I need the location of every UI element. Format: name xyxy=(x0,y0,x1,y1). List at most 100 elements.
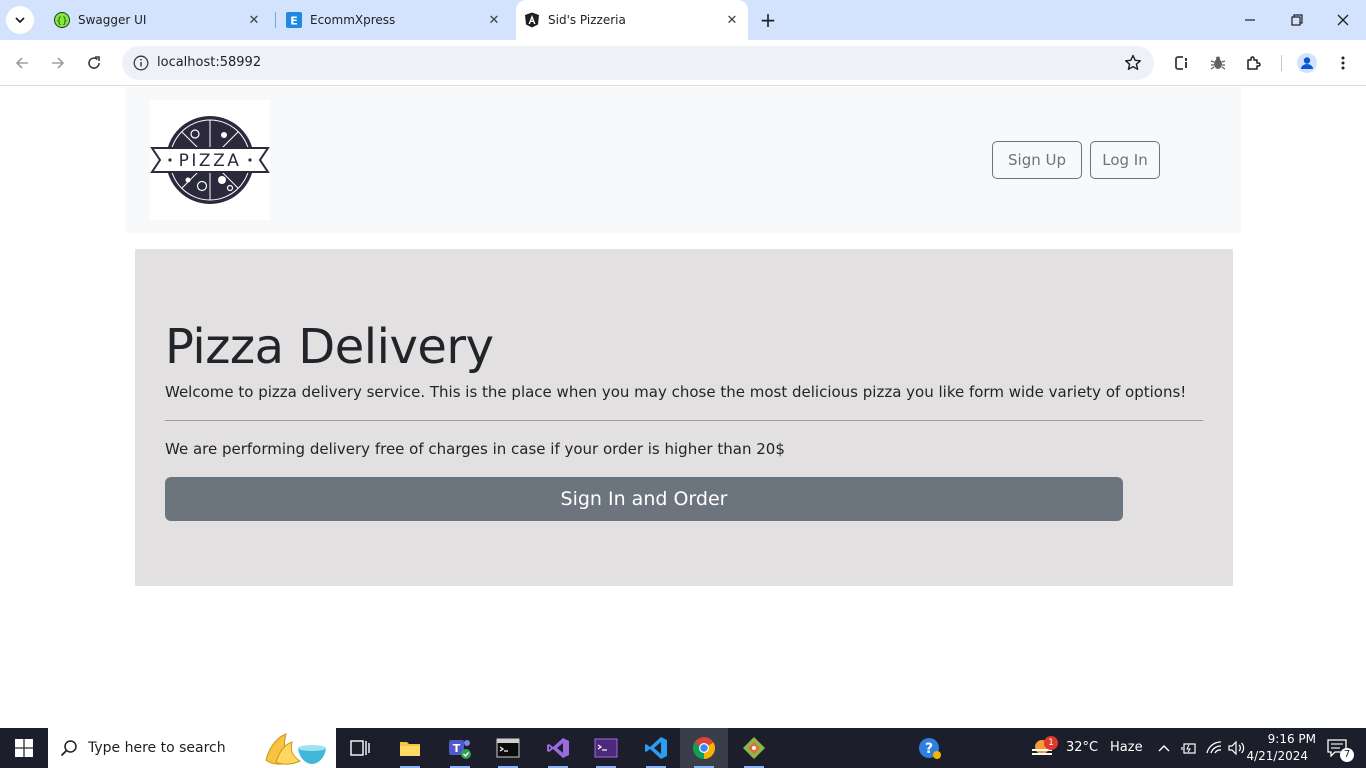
chevron-up-icon xyxy=(1158,745,1170,752)
forward-button[interactable] xyxy=(46,51,70,75)
arrow-right-icon xyxy=(52,57,65,69)
close-window-button[interactable] xyxy=(1331,8,1355,32)
extension-c-button[interactable] xyxy=(1172,53,1192,73)
windows-logo-icon xyxy=(15,739,33,757)
search-placeholder: Type here to search xyxy=(88,740,226,756)
tab-title: Swagger UI xyxy=(78,13,147,27)
show-hidden-icons-button[interactable] xyxy=(1154,728,1174,768)
notification-count-badge: 7 xyxy=(1340,748,1354,762)
new-tab-button[interactable]: + xyxy=(756,8,780,32)
pizza-logo-icon: PIZZA xyxy=(150,116,270,204)
svg-text:E: E xyxy=(290,15,298,28)
site-header: PIZZA Sign Up Log In xyxy=(125,87,1241,233)
clock-time: 9:16 PM xyxy=(1267,732,1316,746)
url-text[interactable]: localhost:58992 xyxy=(157,55,261,70)
bug-icon xyxy=(1210,56,1226,70)
search-icon xyxy=(60,740,77,757)
tab-title: Sid's Pizzeria xyxy=(548,13,626,27)
weather-condition: Haze xyxy=(1110,740,1143,755)
restore-icon xyxy=(1291,14,1303,26)
help-icon: ? xyxy=(919,738,941,759)
weather-widget[interactable]: 1 32°C Haze xyxy=(1022,728,1152,768)
extension-bug-button[interactable] xyxy=(1208,53,1228,73)
hero-lead-text: Welcome to pizza delivery service. This … xyxy=(165,383,1187,401)
sign-in-and-order-button[interactable]: Sign In and Order xyxy=(165,477,1123,521)
git-client-button[interactable] xyxy=(730,728,778,768)
minimize-icon xyxy=(1245,19,1255,21)
log-in-button[interactable]: Log In xyxy=(1090,141,1160,179)
teams-button[interactable]: T xyxy=(436,728,484,768)
folder-icon xyxy=(400,742,420,756)
puzzle-icon xyxy=(1247,56,1261,70)
terminal-button[interactable] xyxy=(484,728,532,768)
tab-search-button[interactable] xyxy=(6,6,34,34)
battery-status-button[interactable] xyxy=(1178,728,1200,768)
developer-prompt-button[interactable] xyxy=(582,728,630,768)
vscode-icon xyxy=(645,737,667,759)
extension-c-icon xyxy=(1175,56,1187,70)
sign-up-button[interactable]: Sign Up xyxy=(992,141,1082,179)
windows-taskbar: Type here to search T ? 1 32°C Haze 9:16… xyxy=(0,728,1366,768)
pizza-logo[interactable]: PIZZA xyxy=(150,100,270,220)
chevron-down-icon xyxy=(15,17,25,24)
task-view-icon xyxy=(350,740,370,756)
vscode-button[interactable] xyxy=(632,728,680,768)
reload-button[interactable] xyxy=(82,51,106,75)
taskbar-search-box[interactable]: Type here to search xyxy=(48,728,336,768)
reload-icon xyxy=(88,56,100,69)
site-info-icon[interactable] xyxy=(133,55,149,71)
tab-sids-pizzeria[interactable]: Sid's Pizzeria ✕ xyxy=(516,0,748,40)
hero-jumbotron: Pizza Delivery Welcome to pizza delivery… xyxy=(135,249,1233,586)
browser-toolbar: localhost:58992 xyxy=(0,40,1366,86)
browser-menu-button[interactable] xyxy=(1333,53,1353,73)
extensions-button[interactable] xyxy=(1244,53,1264,73)
visual-studio-button[interactable] xyxy=(534,728,582,768)
address-bar[interactable]: localhost:58992 xyxy=(122,46,1154,80)
notification-center-button[interactable]: 7 xyxy=(1322,728,1354,768)
back-button[interactable] xyxy=(10,51,34,75)
clock[interactable]: 9:16 PM 4/21/2024 xyxy=(1246,728,1316,768)
delivery-note-text: We are performing delivery free of charg… xyxy=(165,440,785,458)
volume-button[interactable] xyxy=(1226,728,1248,768)
angular-icon xyxy=(525,12,539,28)
file-explorer-button[interactable] xyxy=(386,728,434,768)
get-help-button[interactable]: ? xyxy=(906,728,954,768)
teams-icon: T xyxy=(449,740,471,759)
clock-date: 4/21/2024 xyxy=(1246,749,1308,763)
tab-ecommxpress[interactable]: E EcommXpress ✕ xyxy=(276,0,512,40)
visual-studio-icon xyxy=(547,738,569,758)
toolbar-divider xyxy=(1281,55,1282,71)
avatar-icon xyxy=(1297,53,1317,73)
close-tab-icon[interactable]: ✕ xyxy=(246,12,262,28)
restore-button[interactable] xyxy=(1285,8,1309,32)
tab-title: EcommXpress xyxy=(310,13,396,27)
start-button[interactable] xyxy=(0,728,48,768)
svg-text:T: T xyxy=(453,742,461,755)
close-tab-icon[interactable]: ✕ xyxy=(486,12,502,28)
minimize-button[interactable] xyxy=(1238,8,1262,32)
tab-swagger-ui[interactable]: {} Swagger UI ✕ xyxy=(40,0,274,40)
svg-text:{}: {} xyxy=(56,17,67,27)
battery-plug-icon xyxy=(1181,743,1196,754)
ecommxpress-icon: E xyxy=(286,12,302,28)
weather-alert-badge: 1 xyxy=(1044,736,1058,750)
speaker-icon xyxy=(1228,741,1245,755)
close-icon xyxy=(1337,14,1349,26)
browser-tab-bar: {} Swagger UI ✕ E EcommXpress ✕ Sid's Pi… xyxy=(0,0,1366,40)
page-title: Pizza Delivery xyxy=(165,319,494,375)
wifi-icon xyxy=(1206,741,1222,754)
wifi-status-button[interactable] xyxy=(1203,728,1225,768)
git-client-icon xyxy=(743,737,765,759)
developer-prompt-icon xyxy=(594,738,618,758)
hero-divider xyxy=(165,420,1203,421)
page-viewport: PIZZA Sign Up Log In Pizza Delivery Welc… xyxy=(0,87,1366,728)
chrome-button[interactable] xyxy=(680,728,728,768)
task-view-button[interactable] xyxy=(336,728,384,768)
weather-temperature: 32°C xyxy=(1066,740,1099,755)
profile-button[interactable] xyxy=(1297,53,1317,73)
close-tab-icon[interactable]: ✕ xyxy=(724,12,740,28)
search-highlight-banana-icon xyxy=(265,733,326,765)
bookmark-star-icon[interactable] xyxy=(1124,54,1142,72)
logo-text: PIZZA xyxy=(179,151,242,171)
more-vertical-icon xyxy=(1341,56,1345,70)
